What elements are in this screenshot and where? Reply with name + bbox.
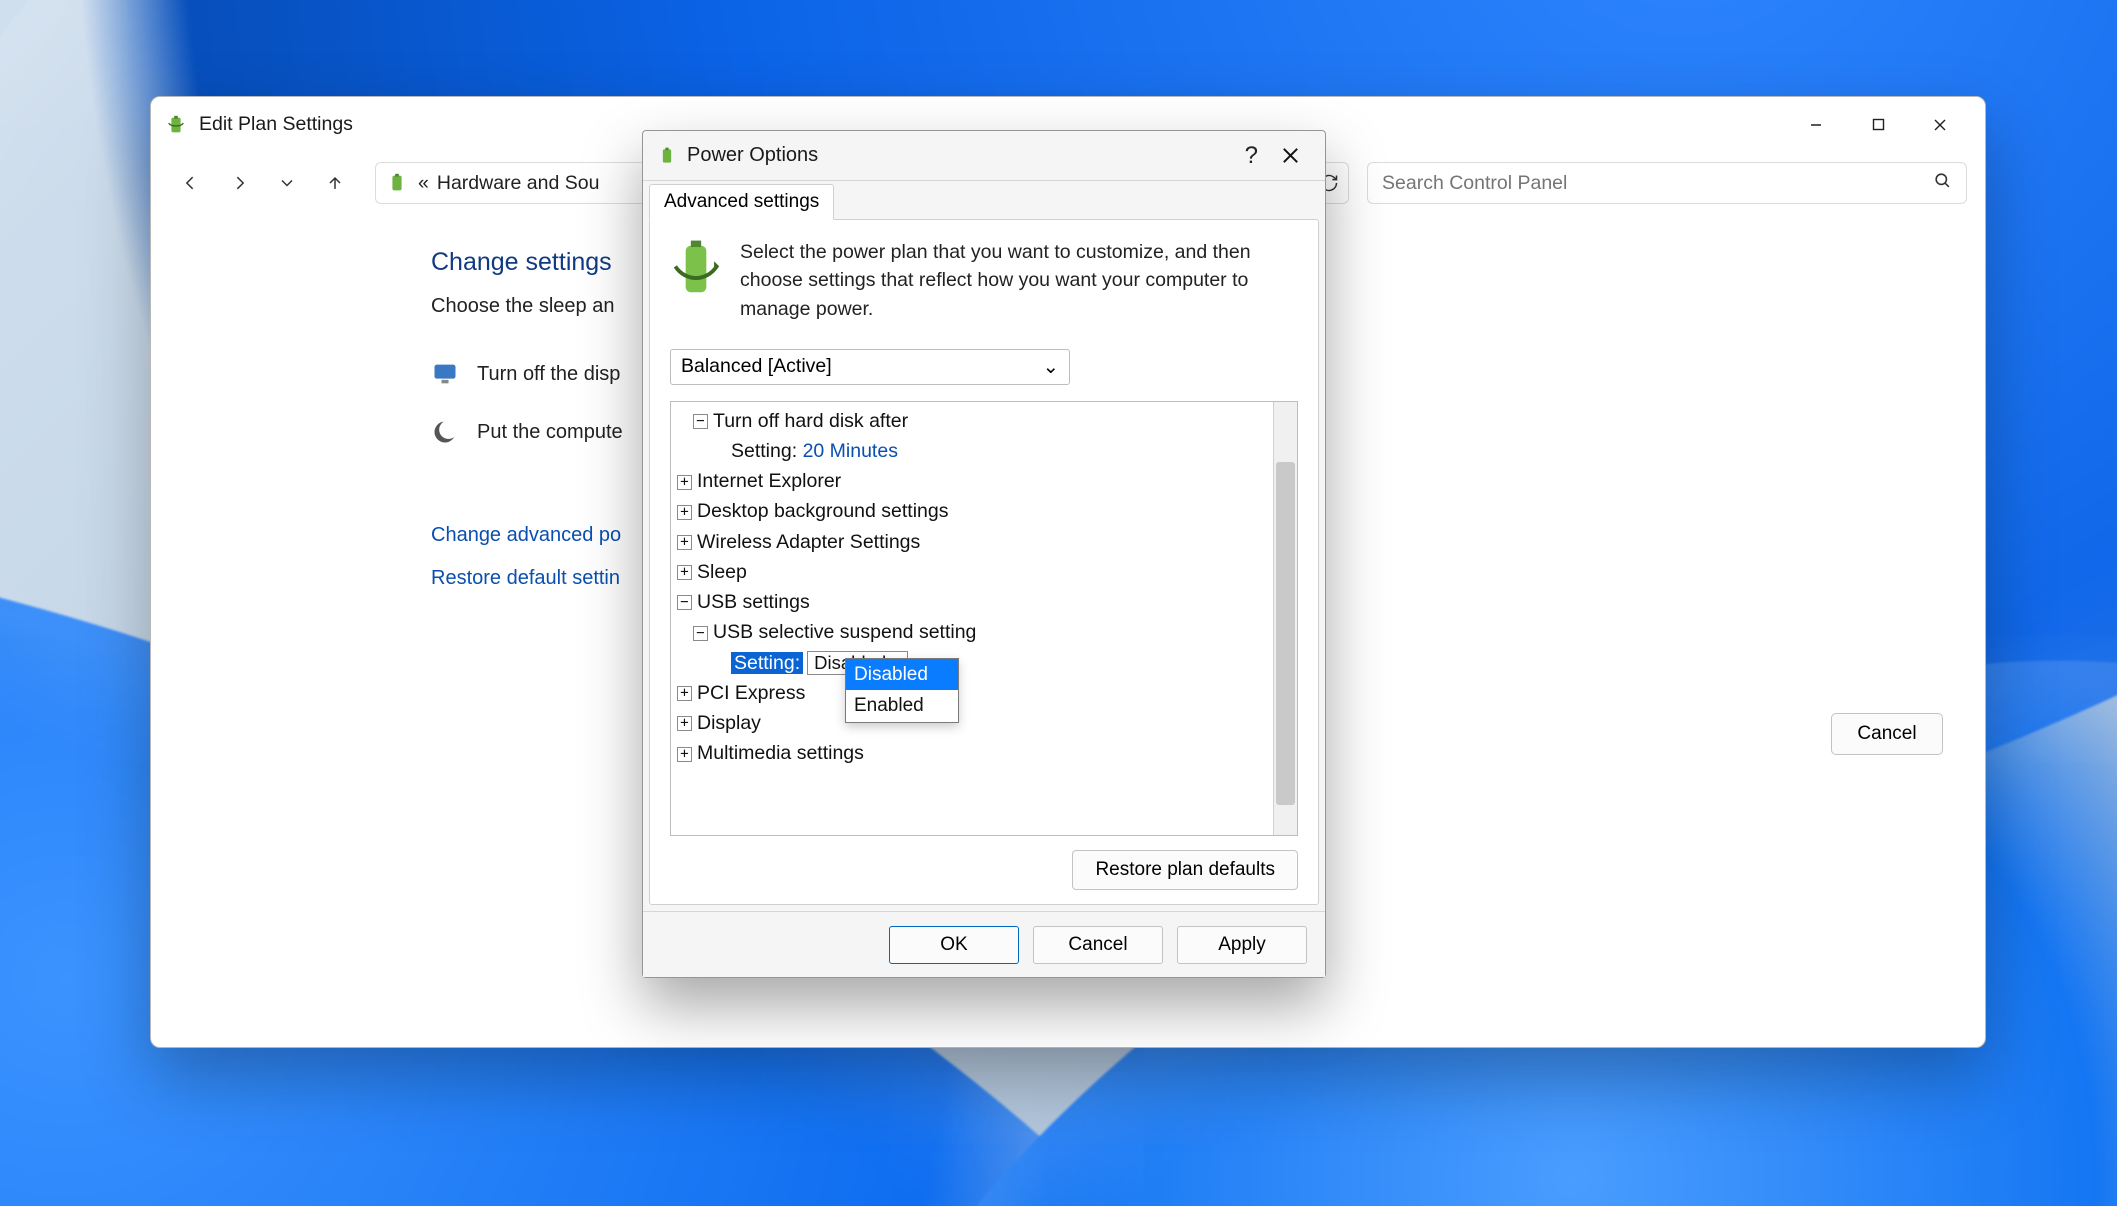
dialog-title: Power Options	[687, 144, 818, 167]
hard-disk-setting-value[interactable]: 20 Minutes	[803, 440, 898, 462]
restore-plan-defaults-button[interactable]: Restore plan defaults	[1072, 850, 1298, 890]
minimize-button[interactable]	[1785, 103, 1847, 147]
battery-icon	[670, 238, 722, 300]
dialog-intro: Select the power plan that you want to c…	[670, 238, 1298, 323]
expand-icon[interactable]: +	[677, 505, 692, 520]
usb-suspend-option-disabled[interactable]: Disabled	[846, 659, 958, 690]
scrollbar-thumb[interactable]	[1276, 462, 1295, 805]
collapse-icon[interactable]: −	[677, 595, 692, 610]
tree-display[interactable]: Display	[697, 712, 761, 734]
breadcrumb[interactable]: Hardware and Sou	[437, 172, 600, 195]
power-plan-selected: Balanced [Active]	[681, 355, 832, 378]
search-input[interactable]	[1382, 172, 1933, 195]
sleep-option-label: Put the compute	[477, 421, 623, 444]
close-button[interactable]	[1909, 103, 1971, 147]
collapse-icon[interactable]: −	[693, 626, 708, 641]
tree-wireless-adapter[interactable]: Wireless Adapter Settings	[697, 531, 920, 553]
expand-icon[interactable]: +	[677, 475, 692, 490]
chevron-down-icon: ⌄	[1043, 355, 1059, 379]
help-button[interactable]: ?	[1233, 131, 1270, 180]
breadcrumb-prefix: «	[418, 172, 429, 195]
battery-icon	[657, 146, 677, 166]
settings-tree[interactable]: −Turn off hard disk after Setting: 20 Mi…	[671, 402, 1273, 835]
tree-usb-settings[interactable]: USB settings	[697, 591, 810, 613]
tab-advanced-settings[interactable]: Advanced settings	[649, 184, 834, 220]
recent-button[interactable]	[265, 161, 309, 205]
dialog-tabbar: Advanced settings	[643, 181, 1325, 219]
settings-tree-container: −Turn off hard disk after Setting: 20 Mi…	[670, 401, 1298, 836]
dialog-button-row: OK Cancel Apply	[643, 911, 1325, 977]
search-box[interactable]	[1367, 162, 1967, 204]
tree-internet-explorer[interactable]: Internet Explorer	[697, 470, 841, 492]
dialog-close-button[interactable]	[1270, 131, 1311, 180]
maximize-button[interactable]	[1847, 103, 1909, 147]
tree-multimedia[interactable]: Multimedia settings	[697, 742, 864, 764]
usb-suspend-option-list[interactable]: Disabled Enabled	[845, 658, 959, 723]
tree-usb-suspend[interactable]: USB selective suspend setting	[713, 621, 976, 643]
window-title: Edit Plan Settings	[199, 113, 353, 136]
tab-page: Select the power plan that you want to c…	[649, 219, 1319, 905]
moon-icon	[431, 418, 459, 446]
tree-desktop-background[interactable]: Desktop background settings	[697, 500, 948, 522]
apply-button[interactable]: Apply	[1177, 926, 1307, 964]
hard-disk-setting-label: Setting:	[731, 440, 797, 462]
expand-icon[interactable]: +	[677, 565, 692, 580]
power-options-dialog: Power Options ? Advanced settings Select…	[642, 130, 1326, 978]
expand-icon[interactable]: +	[677, 716, 692, 731]
power-plan-dropdown[interactable]: Balanced [Active] ⌄	[670, 349, 1070, 385]
display-option-label: Turn off the disp	[477, 363, 620, 386]
expand-icon[interactable]: +	[677, 747, 692, 762]
ok-button[interactable]: OK	[889, 926, 1019, 964]
up-button[interactable]	[313, 161, 357, 205]
expand-icon[interactable]: +	[677, 535, 692, 550]
parent-cancel-button[interactable]: Cancel	[1831, 713, 1943, 755]
forward-button[interactable]	[217, 161, 261, 205]
battery-icon	[386, 172, 408, 194]
usb-suspend-option-enabled[interactable]: Enabled	[846, 690, 958, 721]
cancel-button[interactable]: Cancel	[1033, 926, 1163, 964]
tree-sleep[interactable]: Sleep	[697, 561, 747, 583]
battery-icon	[165, 114, 187, 136]
usb-suspend-setting-label: Setting:	[731, 652, 803, 674]
tree-pci-express[interactable]: PCI Express	[697, 682, 805, 704]
monitor-icon	[431, 360, 459, 388]
dialog-titlebar[interactable]: Power Options ?	[643, 131, 1325, 181]
expand-icon[interactable]: +	[677, 686, 692, 701]
search-icon	[1933, 171, 1952, 196]
tree-scrollbar[interactable]	[1273, 402, 1297, 835]
tree-hard-disk[interactable]: Turn off hard disk after	[713, 410, 908, 432]
back-button[interactable]	[169, 161, 213, 205]
collapse-icon[interactable]: −	[693, 414, 708, 429]
dialog-intro-text: Select the power plan that you want to c…	[740, 238, 1298, 323]
